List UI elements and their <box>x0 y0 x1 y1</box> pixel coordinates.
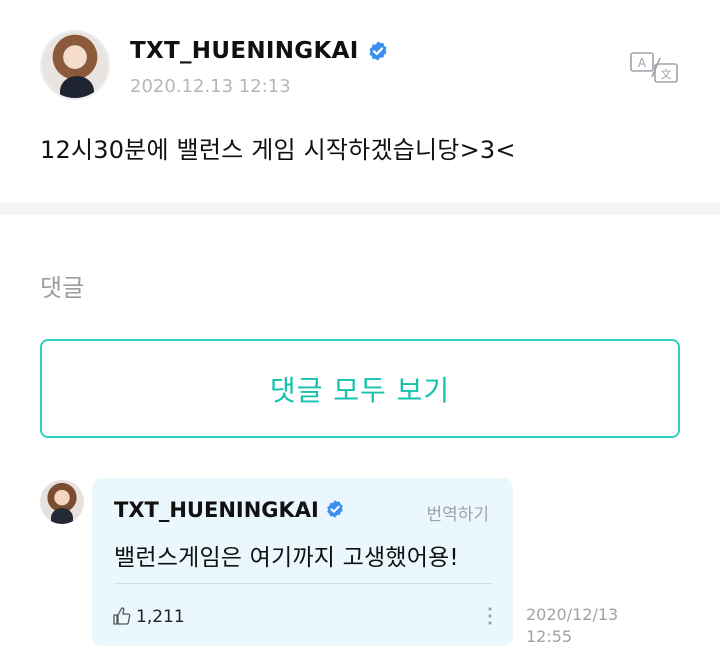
thumbs-up-icon[interactable] <box>112 606 132 626</box>
verified-badge-icon <box>327 500 343 518</box>
comment-text: 밸런스게임은 여기까지 고생했어용! <box>114 545 459 571</box>
comment-date-time: 12:55 <box>526 627 573 646</box>
translate-button[interactable]: 번역하기 <box>426 500 489 525</box>
view-all-comments-button[interactable]: 댓글 모두 보기 <box>40 339 680 438</box>
section-divider <box>0 203 720 215</box>
post-username[interactable]: TXT_HUENINGKAI <box>130 38 359 64</box>
comment-bubble: TXT_HUENINGKAI 번역하기 밸런스게임은 여기까지 고생했어용! 1… <box>92 478 513 646</box>
comment-item: TXT_HUENINGKAI 번역하기 밸런스게임은 여기까지 고생했어용! 1… <box>40 478 680 650</box>
comment-date: 2020/12/13 12:55 <box>526 604 636 648</box>
comment-date-day: 2020/12/13 <box>526 605 619 624</box>
comment-avatar[interactable] <box>40 480 84 524</box>
translate-icon[interactable]: A 文 <box>630 52 678 84</box>
comment-username[interactable]: TXT_HUENINGKAI <box>114 498 319 522</box>
comments-label: 댓글 <box>40 274 85 302</box>
post-body: 12시30분에 밸런스 게임 시작하겠습니당>3< <box>40 136 516 164</box>
post-timestamp: 2020.12.13 12:13 <box>130 76 291 97</box>
verified-badge-icon <box>369 41 387 61</box>
more-vertical-icon[interactable] <box>487 606 493 626</box>
avatar[interactable] <box>40 30 110 100</box>
svg-text:A: A <box>638 56 647 70</box>
post-header: TXT_HUENINGKAI 2020.12.13 12:13 A 文 <box>40 30 680 102</box>
svg-text:文: 文 <box>661 67 672 81</box>
like-count: 1,211 <box>136 607 185 627</box>
comment-divider <box>114 583 492 584</box>
